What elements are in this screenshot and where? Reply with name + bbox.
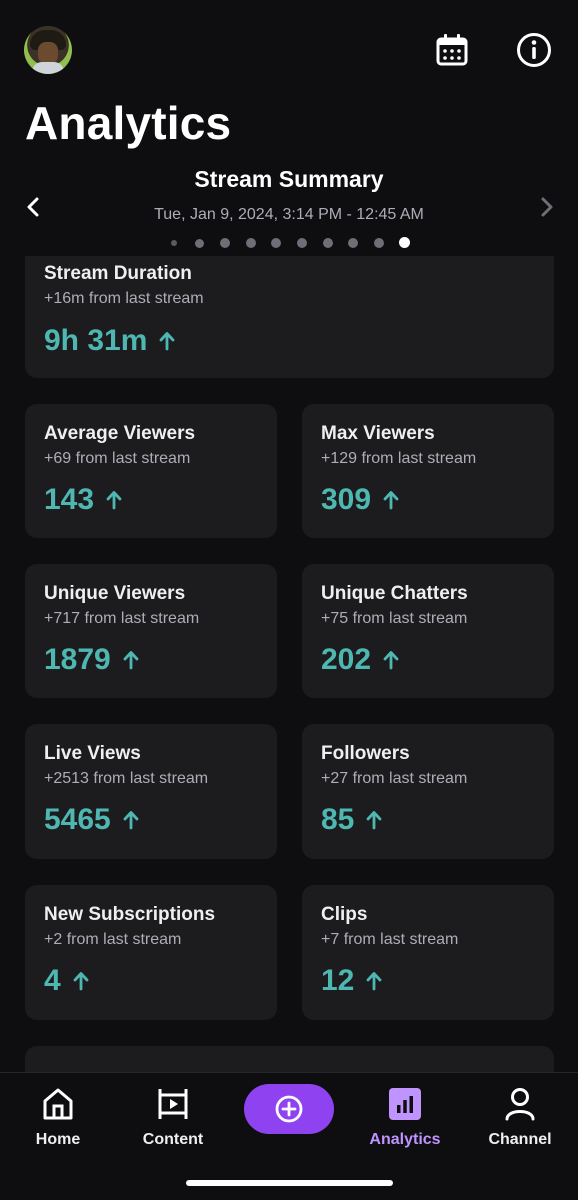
- home-icon: [8, 1085, 108, 1123]
- stat-value: 5465: [44, 803, 111, 836]
- stat-label: Average Viewers: [44, 423, 196, 444]
- stat-value: 202: [321, 643, 372, 676]
- page-title: Analytics: [25, 97, 232, 149]
- stat-change: +27 from last stream: [321, 770, 468, 787]
- arrow-up-icon: [383, 490, 401, 510]
- arrow-up-icon: [366, 971, 384, 991]
- stat-label: Followers: [321, 743, 410, 764]
- arrow-up-icon: [123, 650, 141, 670]
- summary-page-indicator[interactable]: [0, 237, 578, 249]
- chevron-right-icon: [541, 197, 553, 217]
- stat-value: 143: [44, 483, 95, 516]
- next-summary-button[interactable]: [536, 196, 558, 218]
- stat-card-stream-duration[interactable]: Stream Duration +16m from last stream 9h…: [25, 256, 554, 378]
- stat-change: +7 from last stream: [321, 931, 459, 948]
- page-dot[interactable]: [323, 238, 333, 248]
- stat-card-followers[interactable]: Followers +27 from last stream 85: [302, 724, 554, 859]
- stat-card-unique-viewers[interactable]: Unique Viewers +717 from last stream 187…: [25, 564, 277, 698]
- page-dot[interactable]: [171, 240, 177, 246]
- avatar-face: [38, 42, 58, 64]
- home-indicator[interactable]: [186, 1180, 393, 1186]
- stat-value: 4: [44, 964, 61, 997]
- nav-label: Analytics: [369, 1131, 441, 1148]
- avatar-shirt: [32, 62, 64, 74]
- stat-label: Stream Duration: [44, 263, 192, 284]
- stat-label: New Subscriptions: [44, 904, 216, 925]
- summary-date-range: Tue, Jan 9, 2024, 3:14 PM - 12:45 AM: [154, 206, 424, 223]
- page-dot[interactable]: [195, 239, 204, 248]
- stat-label: Max Viewers: [321, 423, 435, 444]
- stat-change: +2 from last stream: [44, 931, 182, 948]
- stat-change: +16m from last stream: [44, 290, 204, 307]
- stat-value: 1879: [44, 643, 111, 676]
- stat-card-new-subscriptions[interactable]: New Subscriptions +2 from last stream 4: [25, 885, 277, 1020]
- arrow-up-icon: [73, 971, 91, 991]
- stat-change: +69 from last stream: [44, 450, 191, 467]
- nav-label: Home: [35, 1131, 81, 1148]
- stat-change: +129 from last stream: [321, 450, 477, 467]
- person-icon: [470, 1085, 570, 1123]
- nav-item-analytics[interactable]: Analytics: [355, 1085, 455, 1149]
- arrow-up-icon: [106, 490, 124, 510]
- stat-change: +75 from last stream: [321, 610, 468, 627]
- stat-label: Live Views: [44, 743, 141, 764]
- stat-value: 85: [321, 803, 355, 836]
- page-dot[interactable]: [348, 238, 358, 248]
- stat-value: 309: [321, 483, 372, 516]
- plus-circle-icon: [275, 1095, 303, 1123]
- page-dot-active[interactable]: [399, 237, 410, 248]
- bar-chart-icon: [355, 1085, 455, 1123]
- summary-title: Stream Summary: [194, 166, 384, 192]
- analytics-screen: Analytics Stream Summary Tue, Jan 9, 202…: [0, 0, 578, 1200]
- stat-value: 12: [321, 964, 355, 997]
- calendar-icon[interactable]: [433, 30, 471, 70]
- nav-item-content[interactable]: Content: [123, 1085, 223, 1149]
- stat-value: 9h 31m: [44, 324, 148, 357]
- arrow-up-icon: [366, 810, 384, 830]
- stat-label: Clips: [321, 904, 368, 925]
- nav-label: Channel: [488, 1131, 552, 1148]
- create-button[interactable]: [244, 1084, 334, 1134]
- page-dot[interactable]: [297, 238, 307, 248]
- arrow-up-icon: [123, 810, 141, 830]
- info-icon[interactable]: [515, 30, 553, 70]
- avatar[interactable]: [24, 26, 72, 74]
- stat-label: Unique Chatters: [321, 583, 468, 604]
- nav-item-channel[interactable]: Channel: [470, 1085, 570, 1149]
- film-icon: [123, 1085, 223, 1123]
- nav-label: Content: [142, 1131, 204, 1148]
- stat-card-live-views[interactable]: Live Views +2513 from last stream 5465: [25, 724, 277, 859]
- page-dot[interactable]: [271, 238, 281, 248]
- stat-card-clips[interactable]: Clips +7 from last stream 12: [302, 885, 554, 1020]
- stat-change: +2513 from last stream: [44, 770, 209, 787]
- stat-card-average-viewers[interactable]: Average Viewers +69 from last stream 143: [25, 404, 277, 538]
- stat-card-unique-chatters[interactable]: Unique Chatters +75 from last stream 202: [302, 564, 554, 698]
- stat-change: +717 from last stream: [44, 610, 200, 627]
- nav-item-home[interactable]: Home: [8, 1085, 108, 1149]
- page-dot[interactable]: [246, 238, 256, 248]
- stat-card-max-viewers[interactable]: Max Viewers +129 from last stream 309: [302, 404, 554, 538]
- page-dot[interactable]: [374, 238, 384, 248]
- arrow-up-icon: [383, 650, 401, 670]
- stat-label: Unique Viewers: [44, 583, 186, 604]
- page-dot[interactable]: [220, 238, 230, 248]
- arrow-up-icon: [159, 331, 177, 351]
